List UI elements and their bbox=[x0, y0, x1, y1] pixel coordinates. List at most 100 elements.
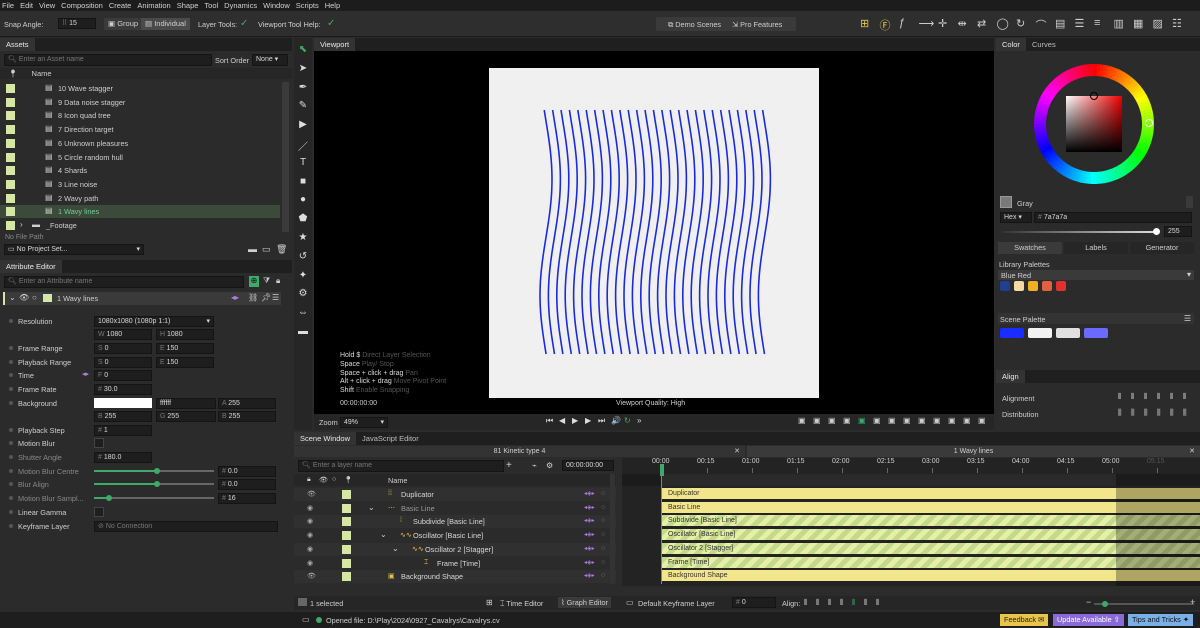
text-icon[interactable]: T bbox=[294, 157, 312, 168]
keyframe-nav-icon[interactable]: ◂◈▸ bbox=[584, 490, 595, 497]
menu-edit[interactable]: Edit bbox=[20, 1, 33, 10]
snap-icon[interactable]: ▣ bbox=[798, 416, 806, 425]
keyframe-nav-icon[interactable]: ◂◈▸ bbox=[584, 517, 595, 524]
tab-javascript-editor[interactable]: JavaScript Editor bbox=[356, 432, 425, 445]
menu-icon[interactable]: ☰ bbox=[1184, 314, 1191, 323]
play-icon[interactable]: ▶ bbox=[572, 416, 578, 425]
timeline-zoom-knob[interactable] bbox=[1102, 601, 1108, 607]
stack-icon[interactable]: ≡ bbox=[1094, 17, 1100, 29]
background-b-input[interactable]: B 255 bbox=[218, 411, 276, 422]
tab-curves[interactable]: Curves bbox=[1026, 38, 1062, 51]
color-format-select[interactable]: Hex ▾ bbox=[1000, 212, 1032, 223]
asset-color-swatch[interactable] bbox=[6, 97, 15, 107]
layer-row[interactable]: 👁︎ ⁞⁞ Duplicator ◂◈▸ ○ bbox=[294, 488, 616, 501]
distribute-option-icon[interactable]: ⫼ bbox=[1183, 408, 1187, 418]
comp-tab-right[interactable]: 1 Wavy lines ✕ bbox=[747, 446, 1200, 457]
background-blue-input[interactable]: B 255 bbox=[94, 411, 152, 422]
time-input[interactable]: F 0 bbox=[94, 370, 152, 381]
solo-icon[interactable]: ○ bbox=[32, 293, 37, 302]
layer-color-swatch[interactable] bbox=[342, 517, 351, 527]
asset-item[interactable]: ▤ 2 Wavy path bbox=[0, 192, 280, 205]
align-option-icon[interactable]: ⫴ bbox=[1157, 392, 1160, 402]
menu-composition[interactable]: Composition bbox=[61, 1, 103, 10]
list-icon[interactable]: ☰ bbox=[1075, 17, 1085, 30]
distribute-option-icon[interactable]: ⫼ bbox=[1131, 408, 1135, 418]
chevron-right-icon[interactable]: › bbox=[20, 220, 23, 229]
menu-scripts[interactable]: Scripts bbox=[296, 1, 319, 10]
timeline-icon[interactable]: ⊞ bbox=[486, 598, 493, 607]
layer-scrollbar[interactable] bbox=[610, 474, 615, 584]
ellipse-icon[interactable]: ● bbox=[294, 194, 312, 205]
keyframe-dot-icon[interactable] bbox=[9, 510, 13, 514]
asset-folder[interactable]: › ▬ _Footage bbox=[0, 219, 280, 232]
height-input[interactable]: H 1080 bbox=[156, 329, 214, 340]
tab-color[interactable]: Color bbox=[996, 38, 1026, 51]
solo-icon[interactable]: ○ bbox=[601, 531, 605, 538]
grid-icon[interactable]: ▣ bbox=[813, 416, 821, 425]
feedback-button[interactable]: Feedback ✉ bbox=[1000, 614, 1049, 626]
eye-icon[interactable]: 👁︎ bbox=[319, 476, 328, 484]
solo-icon[interactable]: ○ bbox=[601, 559, 605, 566]
layer-color-swatch[interactable] bbox=[342, 558, 351, 568]
transform-arrows-icon[interactable]: ⇔ bbox=[294, 307, 312, 318]
keyframe-dot-icon[interactable] bbox=[9, 469, 13, 473]
hue-segment[interactable] bbox=[1093, 171, 1098, 184]
burst-icon[interactable]: ✦ bbox=[294, 270, 312, 281]
layers-icon[interactable]: ▥ bbox=[1114, 17, 1124, 30]
keyframe-dot-icon[interactable] bbox=[9, 441, 13, 445]
zoom-in-icon[interactable]: + bbox=[1190, 597, 1195, 607]
rectangle-icon[interactable]: ■ bbox=[294, 176, 312, 187]
distribute-icon[interactable]: ⇹ bbox=[958, 17, 967, 30]
tab-attribute-editor[interactable]: Attribute Editor bbox=[0, 260, 62, 273]
footer-align-icon[interactable]: ⫴ bbox=[876, 598, 879, 608]
swatch-icon[interactable]: ▨ bbox=[1153, 17, 1163, 30]
keyframe-nav-icon[interactable]: ◂◈▸ bbox=[584, 504, 595, 511]
loop-icon[interactable]: ↻ bbox=[624, 416, 631, 425]
layer-row[interactable]: ◉ ⁞ Subdivide [Basic Line] ◂◈▸ ○ bbox=[294, 515, 616, 529]
project-select[interactable]: ▭ No Project Set... ▾ bbox=[4, 244, 144, 255]
background-color-swatch[interactable] bbox=[94, 398, 152, 408]
assets-scrollbar[interactable] bbox=[282, 82, 289, 232]
mb-samples-slider-track[interactable] bbox=[108, 497, 214, 499]
keyframe-value-input[interactable]: # 0 bbox=[732, 597, 776, 608]
distribute-option-icon[interactable]: ⫼ bbox=[1170, 408, 1174, 418]
hue-segment[interactable] bbox=[1090, 64, 1095, 77]
line-icon[interactable]: ／ bbox=[294, 138, 312, 153]
asset-folder-icon[interactable]: ▬ bbox=[248, 244, 257, 254]
align-option-icon[interactable]: ⫴ bbox=[1144, 392, 1147, 402]
palette-swatch[interactable] bbox=[1000, 281, 1010, 291]
eye-icon[interactable]: 👁︎ bbox=[307, 572, 316, 580]
notification-icon[interactable]: ▭ bbox=[302, 615, 310, 624]
keyframe-dot-icon[interactable] bbox=[9, 387, 13, 391]
background-alpha-input[interactable]: A 255 bbox=[218, 398, 276, 409]
asset-item[interactable]: ▤ 9 Data noise stagger bbox=[0, 96, 280, 109]
asset-item[interactable]: ▤ 8 Icon quad tree bbox=[0, 109, 280, 122]
skip-end-icon[interactable]: ⏭ bbox=[598, 416, 605, 426]
scene-swatch[interactable] bbox=[1084, 328, 1108, 338]
asset-color-swatch[interactable] bbox=[6, 207, 15, 217]
playback-step-input[interactable]: # 1 bbox=[94, 425, 152, 436]
blur-align-slider-track[interactable] bbox=[156, 483, 214, 485]
menu-create[interactable]: Create bbox=[109, 1, 132, 10]
asset-item[interactable]: ▤ 1 Wavy lines bbox=[0, 205, 280, 219]
timeline[interactable]: 00:00 00:15 01:00 01:15 02:00 02:15 03:00 03:15… bbox=[622, 458, 1200, 586]
footer-align-icon[interactable]: ⫴ bbox=[828, 598, 831, 608]
mb-centre-slider-track[interactable] bbox=[156, 470, 214, 472]
palette-swatch[interactable] bbox=[1014, 281, 1024, 291]
step-back-icon[interactable]: ◀ bbox=[559, 416, 565, 425]
palette-select[interactable]: Blue Red ▾ bbox=[998, 270, 1194, 280]
layer-row[interactable]: 👁︎ ▣ Background Shape ◂◈▸ ○ bbox=[294, 570, 616, 584]
keyframe-dot-icon[interactable] bbox=[9, 319, 13, 323]
shutter-angle-input[interactable]: # 180.0 bbox=[94, 452, 152, 463]
layer-color-swatch[interactable] bbox=[342, 490, 351, 499]
viewport-help-check-icon[interactable]: ✓ bbox=[327, 18, 335, 29]
asset-delete-icon[interactable]: 🗑︎ bbox=[276, 244, 287, 255]
chevron-down-icon[interactable]: ⌄ bbox=[368, 503, 375, 512]
menu-shape[interactable]: Shape bbox=[177, 1, 199, 10]
color-wheel[interactable] bbox=[1032, 62, 1156, 186]
mb-centre-slider-knob[interactable] bbox=[154, 468, 160, 474]
menu-help[interactable]: Help bbox=[325, 1, 340, 10]
step-forward-icon[interactable]: ▶ bbox=[585, 416, 591, 425]
asset-color-swatch[interactable] bbox=[6, 111, 15, 121]
checker-icon[interactable]: ▣ bbox=[963, 416, 971, 425]
